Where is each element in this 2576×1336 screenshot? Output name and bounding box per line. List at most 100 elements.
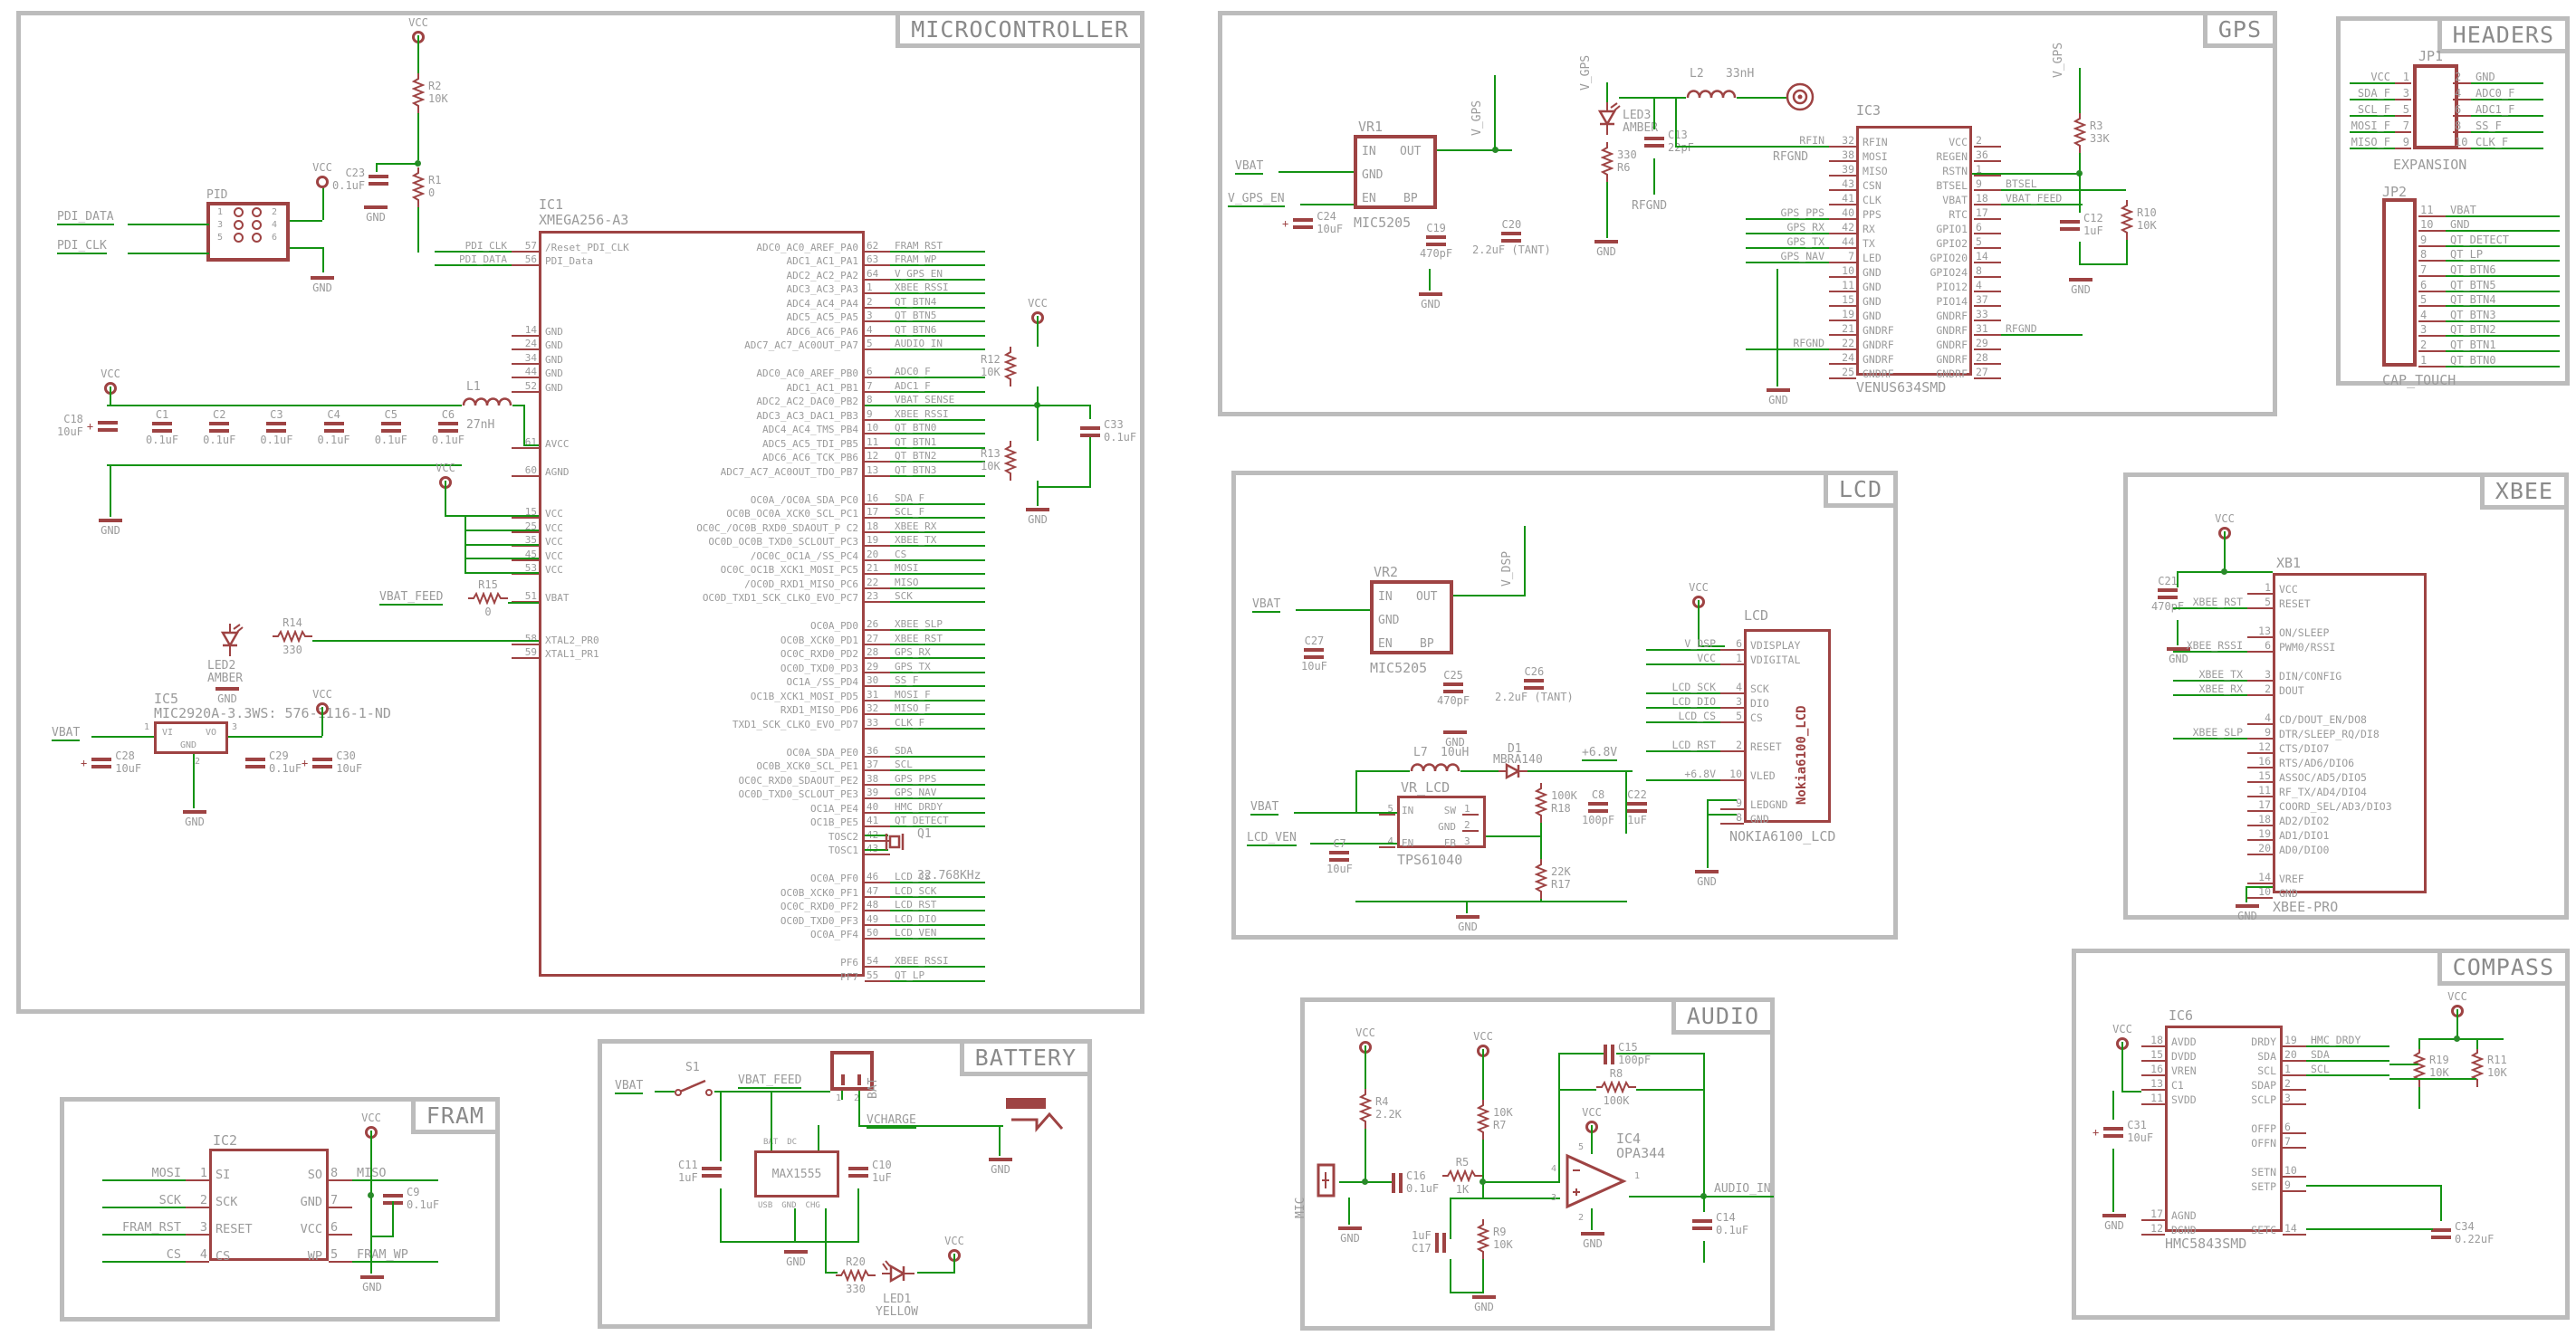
wire <box>2418 1038 2420 1049</box>
pin-row: 15 GND PIO14 37 <box>1746 292 2083 307</box>
pin-number: 3 <box>2395 88 2411 100</box>
net-label: SDA_F <box>2350 88 2395 100</box>
gnd-symbol: GND <box>1332 1226 1368 1244</box>
pin-number: 2 <box>2453 72 2471 84</box>
pin-name: GND <box>2273 889 2421 900</box>
pin-name: VCC <box>1914 138 1974 148</box>
pin-out: OUT <box>1400 146 1421 157</box>
gnd-label: GND <box>991 1163 1010 1176</box>
wire <box>1355 901 1627 902</box>
pin-row: VCC 1 VDIGITAL <box>1646 651 1825 665</box>
pin-name: GNDRF <box>1914 326 1974 337</box>
part-value: 27nH <box>466 419 494 431</box>
part-ref: R7 <box>1493 1120 1513 1132</box>
pin-number: 1 <box>2247 583 2273 596</box>
pin-number: 5 <box>217 233 223 243</box>
capacitor-C14: C140.1uF <box>1692 1212 1748 1237</box>
inductor-symbol-L1 <box>462 394 512 408</box>
pin-name: XTAL1_PR1 <box>539 649 675 659</box>
part-ref: C5 <box>385 408 397 421</box>
pin-row: ADC2_AC2_PA2 64 V_GPS_EN <box>435 266 985 281</box>
part-value: 470pF <box>1437 694 1470 707</box>
wire <box>2246 886 2247 902</box>
pin-name: RFIN <box>1856 138 1914 148</box>
resistor-symbol <box>1477 1219 1489 1259</box>
pin-row: 44 GND ADC0_AC0_AREF_PB0 6 ADC0_F <box>435 365 985 379</box>
capacitor-symbol <box>2060 220 2080 231</box>
part-value: 10uF <box>1326 863 1353 875</box>
section-title: XBEE <box>2480 472 2569 510</box>
pin-row: GPS_RX 42 RX GPIO1 6 <box>1746 220 2083 234</box>
capacitor-C25: C25 470pF <box>1437 669 1470 707</box>
part-ref: C20 <box>1502 218 1522 231</box>
capacitor-symbol <box>245 758 265 768</box>
net-label: SDA <box>890 746 985 758</box>
part-ref: C26 <box>1525 665 1545 678</box>
pin-number: 1 <box>144 723 149 732</box>
part-value: 10uF <box>1301 660 1327 673</box>
capacitor-symbol <box>91 758 111 768</box>
pin-name: PF6 <box>675 958 865 968</box>
pin-number: 8 <box>2453 120 2471 133</box>
pin-name: GND <box>1422 822 1462 832</box>
net-label: VBAT_FEED <box>2001 194 2083 206</box>
part-value: 330 <box>846 1283 866 1295</box>
net-label: XBEE_RST <box>2173 597 2247 610</box>
pin-name: DIO <box>1744 699 1825 710</box>
pin-number: 3 <box>186 1222 209 1236</box>
pin-name: VDISPLAY <box>1744 641 1825 652</box>
wire <box>714 1091 830 1093</box>
pin-name: SDA <box>2223 1052 2283 1063</box>
pin-pad <box>234 220 244 230</box>
pin-number: 24 <box>512 339 539 350</box>
net-label: QT_BTN3 <box>2446 310 2560 322</box>
resistor-R7: 10KR7 <box>1477 1100 1513 1140</box>
pin-number: 15 <box>1829 295 1856 308</box>
pin-number: 13 <box>2141 1079 2165 1092</box>
pin-name: SDAP <box>2223 1081 2283 1092</box>
pin-name: ADC3_AC3_PA3 <box>675 284 865 294</box>
pin-number: 44 <box>512 367 539 378</box>
pin-name: USB <box>758 1201 772 1210</box>
wire <box>464 530 539 531</box>
capacitor: C2 0.1uF <box>203 408 235 446</box>
net-label: MOSI <box>102 1168 186 1182</box>
pin-number: 58 <box>512 634 539 645</box>
pin-name: OC1A_/SS_PD4 <box>675 677 865 687</box>
pin-pad <box>252 207 262 217</box>
pin-row: 13 C1 SDAP 2 <box>2141 1076 2389 1091</box>
net-label: V_DSP <box>1646 639 1720 652</box>
pin-name: ADC4_AC4_TMS_PB4 <box>675 425 865 434</box>
wire <box>321 707 323 736</box>
pin-name: GND <box>539 340 675 350</box>
pin-number: 10 <box>2247 887 2273 900</box>
wire <box>1365 1129 1366 1183</box>
part-ref: R19 <box>2429 1054 2449 1067</box>
pin-number: 6 <box>2453 104 2471 117</box>
wire <box>128 253 209 254</box>
pin-name: SW <box>1422 806 1462 816</box>
pin-number: 5 <box>1974 237 2001 250</box>
wire <box>1675 97 1677 148</box>
gnd-label: GND <box>1340 1232 1360 1245</box>
pin-row: VCC 1 2 GND <box>2350 68 2543 84</box>
pin-number: 9 <box>1974 179 2001 192</box>
capacitor-C19: C19 470pF <box>1420 222 1452 260</box>
part-ref: C23 <box>332 167 365 180</box>
part-ref: R1 <box>428 175 441 187</box>
pin-number: 49 <box>865 914 890 926</box>
pin-number: 39 <box>865 787 890 799</box>
part-ref: C30 <box>336 750 362 763</box>
junction <box>2454 1035 2460 1042</box>
net-label: PDI_DATA <box>435 254 512 266</box>
part-value: 0.1uF <box>407 1199 439 1212</box>
pin-number: 1 <box>2283 1064 2306 1077</box>
pin-number: 3 <box>1720 697 1744 710</box>
junction <box>1362 1179 1368 1185</box>
pin-number: 40 <box>865 802 890 814</box>
pin-row: /OC0D_RXD1_MISO_PC6 22 MISO <box>435 575 985 589</box>
pin-number: 10 <box>2453 137 2471 149</box>
part-ref: C11 <box>678 1159 698 1172</box>
crystal-symbol-Q1 <box>879 830 910 854</box>
pin-number: 13 <box>2247 626 2273 639</box>
